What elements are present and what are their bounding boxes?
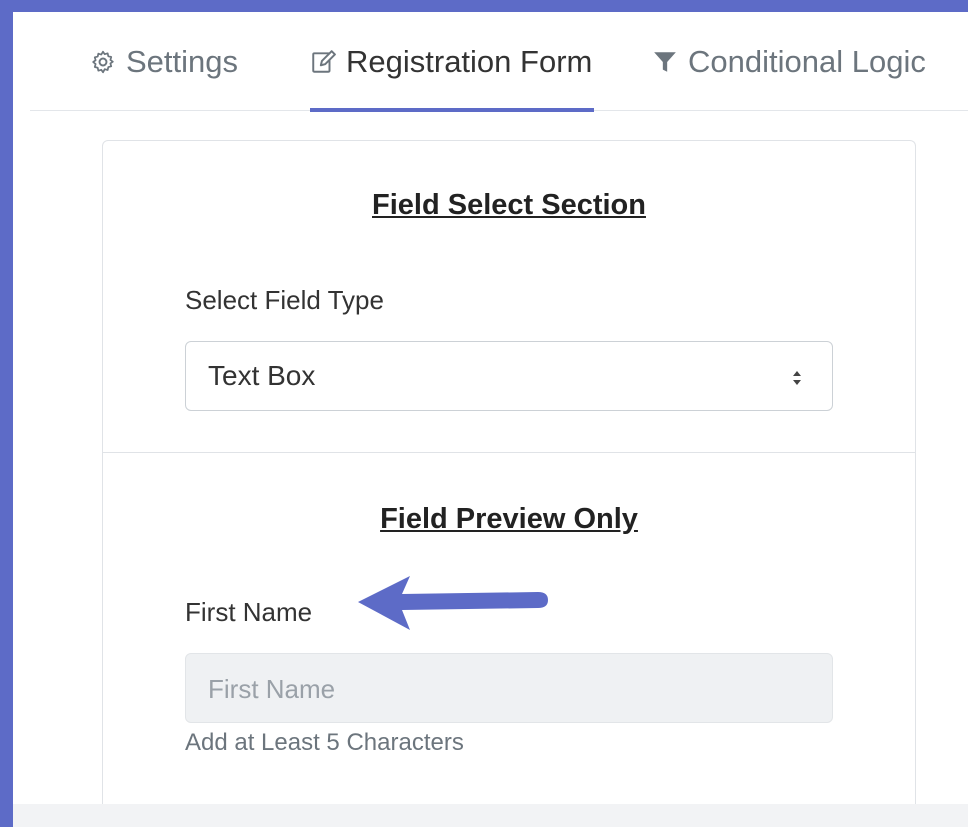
- field-type-select-value: Text Box: [208, 360, 316, 391]
- tab-conditional-logic-label: Conditional Logic: [688, 44, 926, 79]
- window-frame-left: [0, 0, 13, 827]
- tab-registration-form[interactable]: Registration Form: [310, 14, 595, 112]
- tab-conditional-logic[interactable]: Conditional Logic: [652, 14, 926, 110]
- first-name-placeholder: First Name: [208, 674, 336, 704]
- edit-icon: [312, 50, 336, 73]
- field-type-select[interactable]: Text Box: [185, 341, 833, 411]
- tab-settings[interactable]: Settings: [90, 14, 238, 110]
- select-field-type-label: Select Field Type: [185, 285, 384, 315]
- tab-settings-label: Settings: [126, 44, 239, 79]
- bottom-strip: [13, 804, 968, 827]
- field-select-title: Field Select Section: [372, 189, 646, 221]
- tab-bar: Settings Registration Form Conditional L…: [30, 14, 968, 112]
- window-frame-top: [0, 0, 968, 12]
- first-name-label: First Name: [185, 597, 313, 627]
- left-arrow-annotation: [358, 576, 548, 630]
- select-arrows-icon: [793, 371, 801, 385]
- filter-icon: [654, 52, 676, 72]
- field-card: Field Select Section Select Field Type T…: [102, 140, 916, 817]
- help-text: Add at Least 5 Characters: [185, 729, 464, 756]
- field-preview-title: Field Preview Only: [380, 503, 638, 535]
- first-name-input[interactable]: First Name: [185, 653, 833, 723]
- form-editor-panel: Settings Registration Form Conditional L…: [30, 14, 968, 817]
- gear-icon: [92, 50, 114, 74]
- section-divider: [103, 452, 915, 453]
- tab-registration-form-label: Registration Form: [346, 44, 593, 79]
